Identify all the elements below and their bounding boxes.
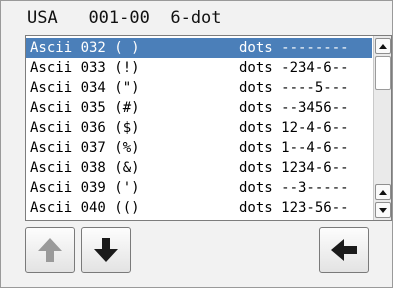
char-dots: dots --3----- xyxy=(239,180,349,196)
char-name: Ascii 040 (() xyxy=(30,200,140,216)
list-item[interactable]: Ascii 035 (#) dots --3456-- xyxy=(26,98,372,118)
character-list[interactable]: Ascii 032 ( ) dots -------- Ascii 033 (!)… xyxy=(25,35,392,221)
scroll-thumb[interactable] xyxy=(375,56,391,90)
char-dots: dots --3456-- xyxy=(239,100,349,116)
triangle-down-icon xyxy=(379,207,387,213)
list-item[interactable]: Ascii 032 ( ) dots -------- xyxy=(26,38,372,58)
list-item[interactable]: Ascii 034 (") dots ----5--- xyxy=(26,78,372,98)
arrow-down-icon xyxy=(94,238,118,262)
country-label: USA xyxy=(27,8,58,28)
char-dots: dots 1--4-6-- xyxy=(239,140,349,156)
char-name: Ascii 035 (#) xyxy=(30,100,140,116)
list-item[interactable]: Ascii 040 (() dots 123-56-- xyxy=(26,198,372,218)
arrow-up-icon xyxy=(38,238,62,262)
bottom-toolbar xyxy=(25,225,390,287)
char-dots: dots 123-56-- xyxy=(239,200,349,216)
char-dots: dots -------- xyxy=(239,40,349,56)
list-item[interactable]: Ascii 039 (') dots --3----- xyxy=(26,178,372,198)
triangle-up-icon xyxy=(379,189,387,195)
char-dots: dots ----5--- xyxy=(239,80,349,96)
list-item[interactable]: Ascii 038 (&) dots 1234-6-- xyxy=(26,158,372,178)
braille-table-window: USA 001-00 6-dot Ascii 032 ( ) dots -----… xyxy=(0,0,393,288)
list-item[interactable]: Ascii 036 ($) dots 12-4-6-- xyxy=(26,118,372,138)
header-bar: USA 001-00 6-dot xyxy=(27,1,387,35)
char-name: Ascii 033 (!) xyxy=(30,60,140,76)
scroll-down-button[interactable] xyxy=(375,202,391,218)
back-button[interactable] xyxy=(319,227,369,273)
char-name: Ascii 032 ( ) xyxy=(30,40,140,56)
list-scrollbar[interactable] xyxy=(373,36,391,220)
char-dots: dots 1234-6-- xyxy=(239,160,349,176)
char-dots: dots -234-6-- xyxy=(239,60,349,76)
char-name: Ascii 038 (&) xyxy=(30,160,140,176)
triangle-up-icon xyxy=(379,43,387,49)
char-dots: dots 12-4-6-- xyxy=(239,120,349,136)
list-item[interactable]: Ascii 033 (!) dots -234-6-- xyxy=(26,58,372,78)
list-item[interactable]: Ascii 037 (%) dots 1--4-6-- xyxy=(26,138,372,158)
char-name: Ascii 036 ($) xyxy=(30,120,140,136)
character-list-rows: Ascii 032 ( ) dots -------- Ascii 033 (!)… xyxy=(26,38,372,218)
char-name: Ascii 037 (%) xyxy=(30,140,140,156)
dot-mode-label: 6-dot xyxy=(170,8,222,28)
table-code-label: 001-00 xyxy=(88,8,150,28)
char-name: Ascii 034 (") xyxy=(30,80,140,96)
move-up-button[interactable] xyxy=(25,227,75,273)
move-down-button[interactable] xyxy=(81,227,131,273)
char-name: Ascii 039 (') xyxy=(30,180,140,196)
scroll-up-button[interactable] xyxy=(375,38,391,54)
page-up-button[interactable] xyxy=(375,184,391,200)
arrow-left-icon xyxy=(331,239,357,261)
